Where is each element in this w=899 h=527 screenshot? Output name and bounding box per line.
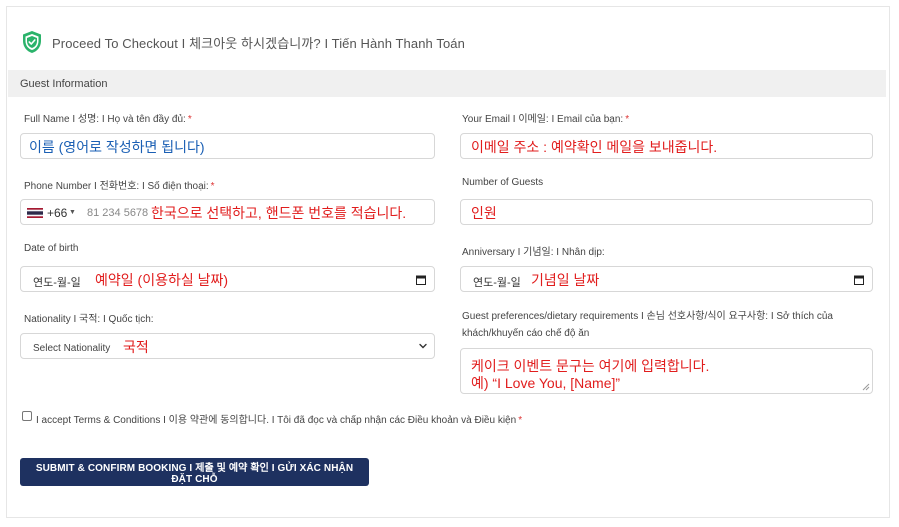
nationality-annotation: 국적 xyxy=(123,339,149,355)
email-annotation: 이메일 주소 : 예약확인 메일을 보내줍니다. xyxy=(471,139,718,155)
calendar-icon[interactable] xyxy=(416,275,426,285)
preferences-label: Guest preferences/dietary requirements I… xyxy=(462,311,833,339)
dob-label: Date of birth xyxy=(24,243,79,254)
guests-input[interactable]: 인원 xyxy=(460,199,873,225)
section-header: Guest Information xyxy=(8,70,886,97)
anniversary-date-placeholder: 연도-월-일 xyxy=(473,277,521,289)
email-label: Your Email I 이메일: I Email của bạn: * xyxy=(462,114,630,125)
country-code[interactable]: +66 xyxy=(47,206,67,220)
email-input[interactable]: 이메일 주소 : 예약확인 메일을 보내줍니다. xyxy=(460,133,873,159)
guests-label: Number of Guests xyxy=(462,177,544,188)
dob-annotation: 예약일 (이용하실 날짜) xyxy=(95,272,229,288)
dob-date-placeholder: 연도-월-일 xyxy=(33,277,81,289)
thailand-flag-icon xyxy=(27,208,43,218)
chevron-down-icon xyxy=(419,343,427,349)
phone-placeholder: 81 234 5678 xyxy=(87,207,149,219)
nationality-placeholder: Select Nationality xyxy=(33,343,111,354)
preferences-annotation-line1: 케이크 이벤트 문구는 여기에 입력합니다. xyxy=(471,358,710,374)
resize-grip-icon[interactable] xyxy=(862,383,870,391)
preferences-annotation-line2: 예) “I Love You, [Name]” xyxy=(471,375,621,391)
section-title: Guest Information xyxy=(20,78,108,90)
submit-button[interactable]: SUBMIT & CONFIRM BOOKING I 제출 및 예약 확인 I … xyxy=(20,458,369,486)
nationality-select[interactable]: Select Nationality 국적 xyxy=(20,333,435,359)
phone-input[interactable]: +66 ▼ 81 234 5678 한국으로 선택하고, 핸드폰 번호를 적습니… xyxy=(20,199,435,225)
phone-label: Phone Number I 전화번호: I Số điện thoại: * xyxy=(24,181,215,192)
anniversary-label: Anniversary I 기념일: I Nhân dịp: xyxy=(462,247,605,258)
dob-input[interactable]: 연도-월-일 예약일 (이용하실 날짜) xyxy=(20,266,435,292)
full-name-label: Full Name I 성명: I Họ và tên đầy đủ: * xyxy=(24,114,192,125)
guests-annotation: 인원 xyxy=(471,205,497,221)
caret-down-icon: ▼ xyxy=(69,209,76,216)
page-title: Proceed To Checkout I 체크아웃 하시겠습니까? I Tiế… xyxy=(52,35,465,51)
full-name-annotation: 이름 (영어로 작성하면 됩니다) xyxy=(29,139,205,155)
terms-checkbox[interactable] xyxy=(22,411,32,421)
anniversary-annotation: 기념일 날짜 xyxy=(531,272,600,288)
full-name-input[interactable]: 이름 (영어로 작성하면 됩니다) xyxy=(20,133,435,159)
phone-annotation: 한국으로 선택하고, 핸드폰 번호를 적습니다. xyxy=(151,205,407,221)
anniversary-input[interactable]: 연도-월-일 기념일 날짜 xyxy=(460,266,873,292)
preferences-textarea[interactable]: 케이크 이벤트 문구는 여기에 입력합니다. 예) “I Love You, [… xyxy=(460,348,873,394)
checkout-header: Proceed To Checkout I 체크아웃 하시겠습니까? I Tiế… xyxy=(20,30,465,54)
shield-check-icon xyxy=(23,31,41,53)
calendar-icon[interactable] xyxy=(854,275,864,285)
nationality-label: Nationality I 국적: I Quốc tịch: xyxy=(24,314,154,325)
terms-label: I accept Terms & Conditions I 이용 약관에 동의합… xyxy=(36,415,523,426)
